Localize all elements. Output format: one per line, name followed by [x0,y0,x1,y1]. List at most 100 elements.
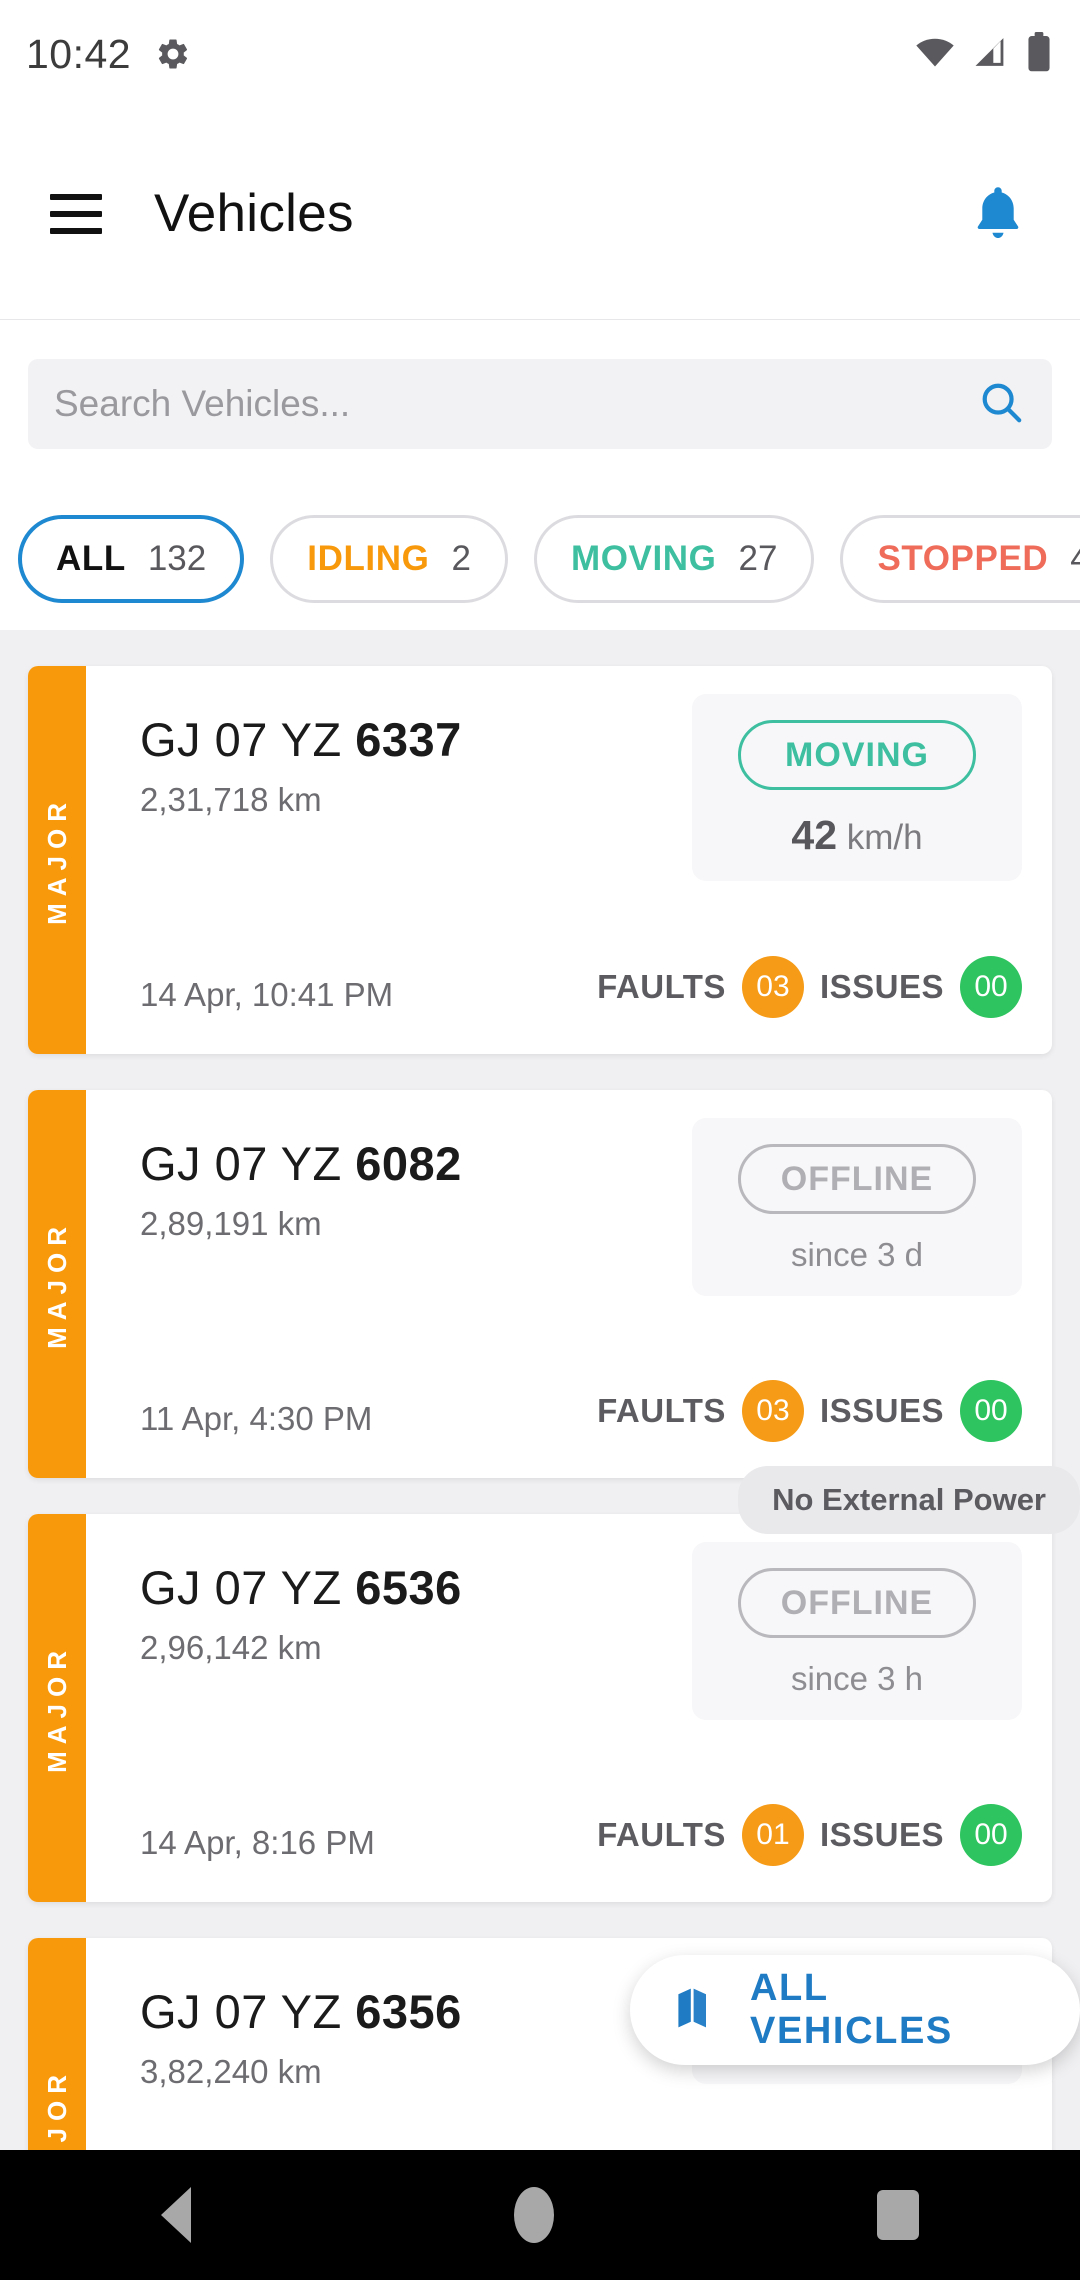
vehicle-plate: GJ 07 YZ 6536 [140,1560,462,1615]
faults-label: FAULTS [597,1816,726,1853]
vehicle-odometer: 2,89,191 km [140,1205,322,1242]
issues-count-badge: 00 [960,956,1022,1018]
filter-chip-idling-count: 2 [451,539,471,578]
severity-stripe: MAJOR [28,1514,86,1902]
vehicle-speed: 42 km/h [692,812,1022,859]
status-bar: 10:42 [0,0,1080,108]
vehicle-list[interactable]: MAJOR GJ 07 YZ 6337 2,31,718 km MOVING 4… [0,630,1080,2150]
vehicle-counts: FAULTS 03 ISSUES 00 [597,1380,1022,1442]
issues-label: ISSUES [819,1392,944,1429]
issues-label: ISSUES [819,968,944,1005]
filter-chip-all-count: 132 [147,539,207,578]
hamburger-menu-icon[interactable] [50,193,102,234]
back-icon[interactable] [161,2187,192,2243]
issues-count-badge: 00 [960,1804,1022,1866]
vehicle-status-box: MOVING 42 km/h [692,694,1022,881]
vehicle-plate-prefix: GJ 07 YZ [140,1561,356,1614]
all-vehicles-fab-label: ALL VEHICLES [750,1967,953,2052]
vehicle-plate-prefix: GJ 07 YZ [140,713,356,766]
faults-label: FAULTS [597,1392,726,1429]
severity-label: MAJOR [41,1643,72,1773]
faults-label: FAULTS [597,968,726,1005]
filter-chip-stopped-label: STOPPED [877,539,1049,578]
vehicle-timestamp: 14 Apr, 10:41 PM [140,976,394,1013]
vehicle-status-box: OFFLINE since 3 h [692,1542,1022,1720]
search-section [0,320,1080,488]
vehicle-odometer: 2,31,718 km [140,781,322,818]
vehicle-identity: GJ 07 YZ 6082 2,89,191 km [140,1136,462,1243]
page-title: Vehicles [154,184,354,243]
vehicle-card[interactable]: MAJOR GJ 07 YZ 6082 2,89,191 km OFFLINE … [28,1090,1052,1478]
wifi-icon [914,35,956,74]
vehicle-identity: GJ 07 YZ 6536 2,96,142 km [140,1560,462,1667]
filter-chip-stopped-count: 4 [1070,539,1080,579]
vehicle-plate: GJ 07 YZ 6337 [140,712,462,767]
severity-label: MAJOR [41,1219,72,1349]
recents-icon[interactable] [876,2190,919,2240]
faults-count-badge: 03 [741,1380,804,1442]
faults-count-badge: 03 [741,956,804,1018]
issues-count-badge: 00 [960,1380,1022,1442]
search-bar[interactable] [28,359,1052,449]
bell-icon[interactable] [970,184,1026,244]
vehicle-plate: GJ 07 YZ 6082 [140,1136,462,1191]
vehicle-plate-number: 6356 [355,1985,462,2038]
vehicle-card-body: GJ 07 YZ 6082 2,89,191 km OFFLINE since … [86,1090,1052,1478]
vehicle-identity: GJ 07 YZ 6337 2,31,718 km [140,712,462,819]
vehicle-plate-number: 6337 [355,713,462,766]
filter-chip-all-label: ALL [56,539,126,578]
vehicle-timestamp: 14 Apr, 8:16 PM [140,1824,375,1861]
vehicle-plate-prefix: GJ 07 YZ [140,1985,356,2038]
gear-icon [155,36,191,72]
vehicle-offline-since: since 3 h [790,1660,924,1697]
vehicle-speed-unit: km/h [846,818,923,857]
vehicle-counts: FAULTS 01 ISSUES 00 [597,1804,1022,1866]
filter-chip-moving-count: 27 [738,539,778,578]
cellular-signal-icon [972,35,1010,74]
status-bar-icons [914,31,1052,77]
status-badge: OFFLINE [738,1568,976,1638]
search-input[interactable] [54,383,978,425]
all-vehicles-fab[interactable]: ALL VEHICLES [630,1955,1080,2065]
filter-chip-moving-label: MOVING [570,539,717,578]
vehicle-identity: GJ 07 YZ 6356 3,82,240 km [140,1984,462,2091]
vehicle-card[interactable]: No External Power MAJOR GJ 07 YZ 6536 2,… [28,1466,1080,1902]
vehicle-plate: GJ 07 YZ 6356 [140,1984,462,2039]
vehicle-plate-number: 6082 [355,1137,462,1190]
severity-label: MAJOR [41,795,72,925]
vehicle-plate-prefix: GJ 07 YZ [140,1137,356,1190]
vehicle-card-body: GJ 07 YZ 6337 2,31,718 km MOVING 42 km/h… [86,666,1052,1054]
severity-stripe: MAJOR [28,1938,86,2150]
battery-icon [1026,31,1052,77]
filter-chip-stopped[interactable]: STOPPED 4 [840,515,1080,603]
vehicle-counts: FAULTS 03 ISSUES 00 [597,956,1022,1018]
filter-chip-moving[interactable]: MOVING 27 [533,515,815,603]
vehicle-timestamp: 11 Apr, 4:30 PM [140,1400,373,1437]
issues-label: ISSUES [819,1816,944,1853]
vehicle-card[interactable]: MAJOR GJ 07 YZ 6337 2,31,718 km MOVING 4… [28,666,1052,1054]
filter-chip-idling-label: IDLING [307,539,430,578]
vehicle-speed-value: 42 [791,812,837,858]
filter-chip-row[interactable]: ALL 132 IDLING 2 MOVING 27 STOPPED 4 [0,488,1080,630]
vehicle-status-box: OFFLINE since 3 d [692,1118,1022,1296]
vehicle-odometer: 3,82,240 km [140,2053,322,2090]
phone-screen: 10:42 Vehicles Search Vehicles... ALL 13… [0,0,1080,2280]
android-nav-bar [0,2150,1080,2280]
vehicle-odometer: 2,96,142 km [140,1629,322,1666]
severity-stripe: MAJOR [28,1090,86,1478]
app-bar: Vehicles [0,108,1080,320]
vehicle-offline-since: since 3 d [790,1236,924,1273]
status-bar-clock: 10:42 [26,30,132,77]
filter-chip-all[interactable]: ALL 132 [18,515,245,603]
severity-stripe: MAJOR [28,666,86,1054]
search-icon[interactable] [978,379,1024,430]
status-badge: OFFLINE [738,1144,976,1214]
vehicle-card-body: GJ 07 YZ 6536 2,96,142 km OFFLINE since … [86,1514,1052,1902]
vehicle-plate-number: 6536 [355,1561,462,1614]
map-icon [676,1985,720,2036]
filter-chip-idling[interactable]: IDLING 2 [270,515,508,603]
status-badge: MOVING [738,720,976,790]
severity-label: MAJOR [41,2067,72,2150]
home-icon[interactable] [513,2187,554,2243]
faults-count-badge: 01 [741,1804,804,1866]
